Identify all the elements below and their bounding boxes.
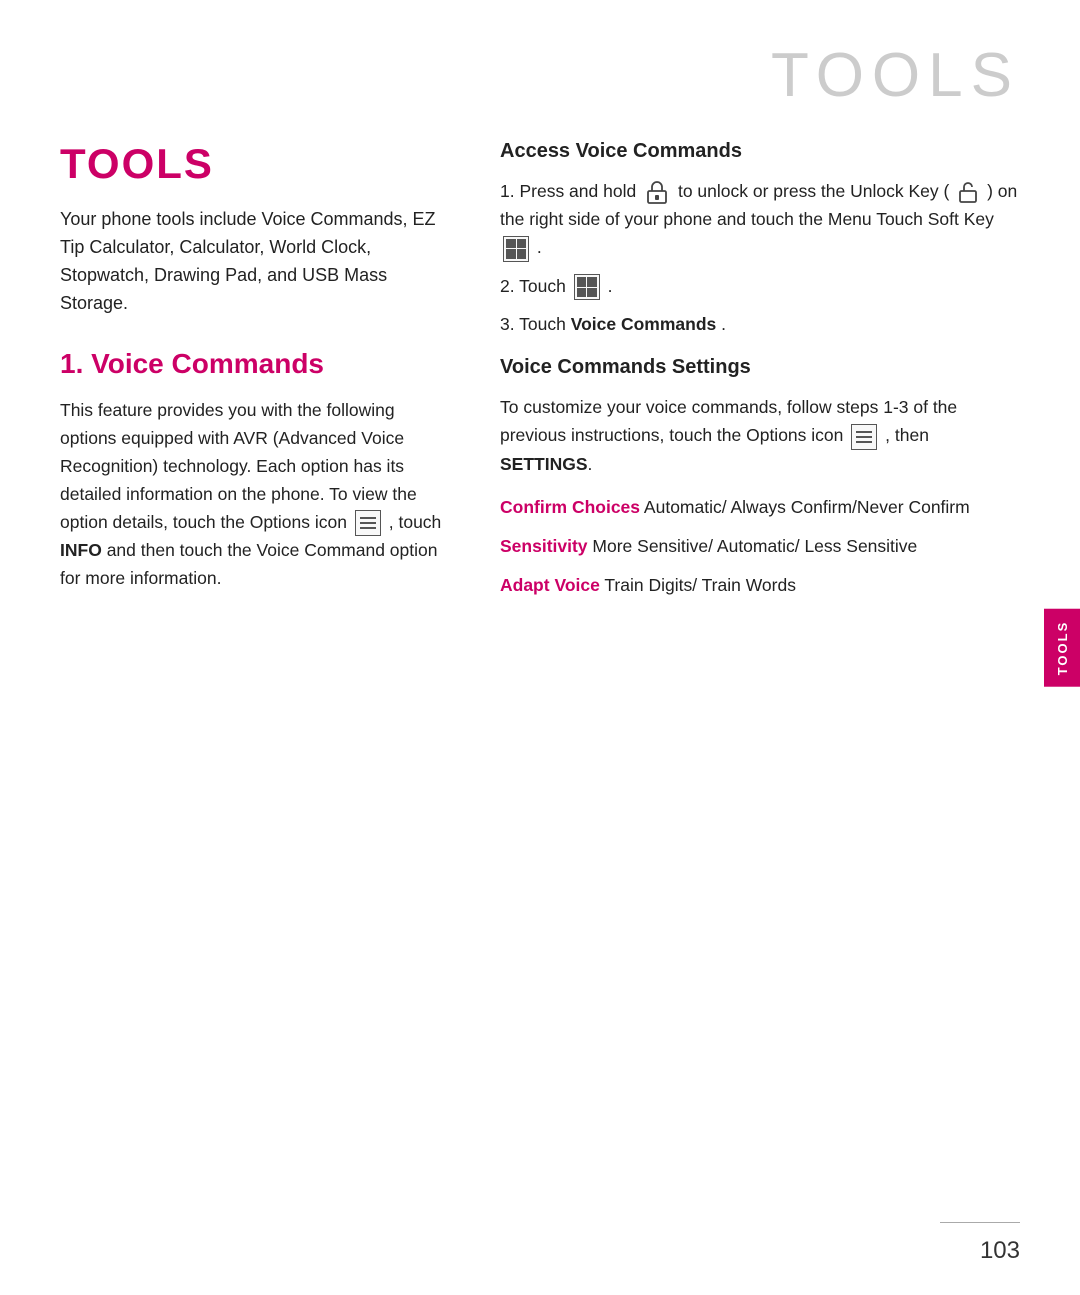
side-tab: TOOLS (1044, 608, 1080, 687)
unlock-key-icon (957, 179, 979, 205)
sensitivity-label: Sensitivity (500, 536, 588, 556)
intro-paragraph: Your phone tools include Voice Commands,… (60, 206, 450, 318)
sensitivity-options: More Sensitive/ Automatic/ Less Sensitiv… (588, 536, 918, 556)
step3-bold: Voice Commands (571, 314, 717, 334)
settings-options-icon (851, 424, 877, 450)
settings-bold-span: SETTINGS (500, 454, 588, 474)
settings-end-span: , then (885, 425, 929, 445)
settings-period: . (588, 454, 593, 474)
page-number: 103 (980, 1237, 1020, 1265)
body-text-3: and then touch the Voice Command option … (60, 540, 437, 588)
adapt-voice-item: Adapt Voice Train Digits/ Train Words (500, 572, 1020, 599)
step2-text-b: . (608, 276, 613, 296)
right-column: Access Voice Commands 1. Press and hold … (500, 140, 1020, 1215)
bottom-divider (940, 1222, 1020, 1224)
confirm-choices-options: Automatic/ Always Confirm/Never Confirm (640, 497, 970, 517)
settings-intro-text: To customize your voice commands, follow… (500, 393, 1020, 477)
adapt-voice-label: Adapt Voice (500, 575, 600, 595)
step-1: 1. Press and hold to unlock or press the… (500, 177, 1020, 262)
menu-soft-key-icon (503, 236, 529, 262)
step1-text-d: . (537, 237, 542, 257)
step3-text-a: 3. Touch (500, 314, 566, 334)
top-header-title: TOOLS (771, 40, 1020, 111)
step-2: 2. Touch . (500, 272, 1020, 300)
voice-commands-heading: 1. Voice Commands (60, 348, 450, 380)
left-column: TOOLS Your phone tools include Voice Com… (60, 140, 450, 1215)
page-container: TOOLS TOOLS TOOLS Your phone tools inclu… (0, 0, 1080, 1295)
lock-icon (644, 179, 670, 205)
sensitivity-item: Sensitivity More Sensitive/ Automatic/ L… (500, 533, 1020, 560)
confirm-choices-label: Confirm Choices (500, 497, 640, 517)
main-content: TOOLS Your phone tools include Voice Com… (60, 140, 1020, 1215)
voice-commands-body: This feature provides you with the follo… (60, 396, 450, 592)
info-bold: INFO (60, 540, 102, 560)
step1-text-b: to unlock or press the Unlock Key ( (678, 181, 949, 201)
voice-commands-settings-title: Voice Commands Settings (500, 356, 1020, 379)
main-section-title: TOOLS (60, 140, 450, 188)
confirm-choices-item: Confirm Choices Automatic/ Always Confir… (500, 494, 1020, 521)
options-icon (355, 510, 381, 536)
step-3: 3. Touch Voice Commands . (500, 310, 1020, 338)
access-voice-commands-title: Access Voice Commands (500, 140, 1020, 163)
step2-text-a: 2. Touch (500, 276, 566, 296)
step3-text-b: . (721, 314, 726, 334)
side-tab-label: TOOLS (1055, 620, 1070, 675)
step1-text-a: 1. Press and hold (500, 181, 636, 201)
adapt-voice-options: Train Digits/ Train Words (600, 575, 796, 595)
tools-grid-icon (574, 274, 600, 300)
body-text-2: , touch (389, 512, 442, 532)
